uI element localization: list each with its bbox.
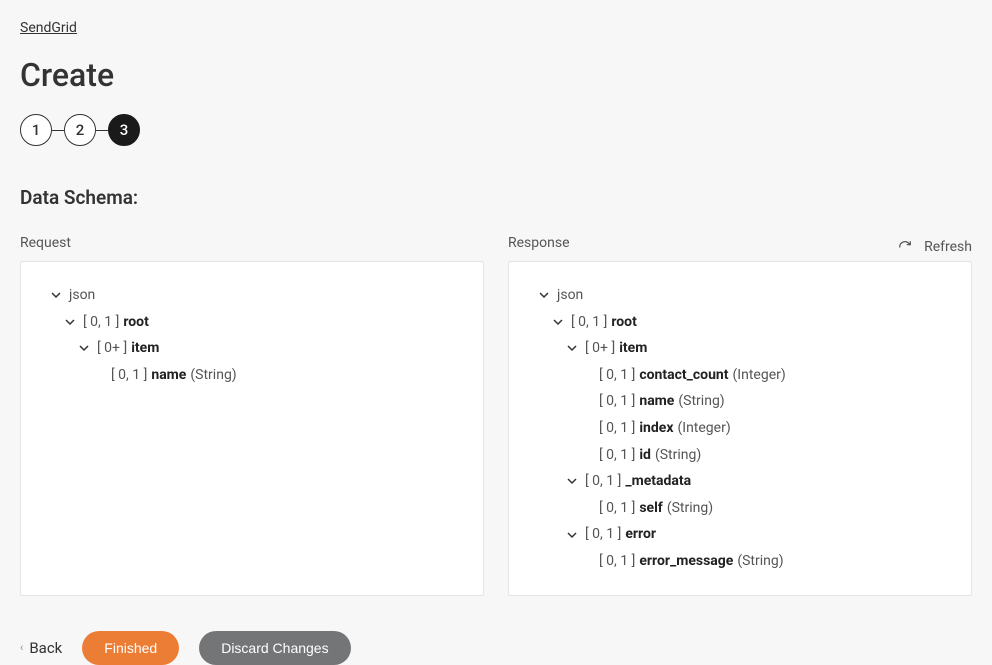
node-error: error [625,521,656,548]
section-title: Data Schema: [20,186,972,209]
breadcrumb-link[interactable]: SendGrid [20,20,972,36]
occurrence: [ 0, 1 ] [571,309,607,336]
occurrence: [ 0, 1 ] [599,495,635,522]
step-connector [52,130,64,131]
occurrence: [ 0, 1 ] [83,309,119,336]
step-2[interactable]: 2 [64,114,96,146]
node-json: json [69,282,95,309]
tree-row-name: [ 0, 1 ] name (String) [569,388,953,415]
occurrence: [ 0, 1 ] [599,548,635,575]
node-error-message: error_message [639,548,733,575]
chevron-down-icon[interactable] [77,341,91,355]
response-panel: json [ 0, 1 ] root [ 0+ ] item [ 0, 1 ] … [508,261,972,596]
occurrence: [ 0, 1 ] [599,388,635,415]
node-root: root [123,309,148,336]
chevron-down-icon[interactable] [565,474,579,488]
request-label: Request [20,235,484,251]
tree-row-root: [ 0, 1 ] root [53,309,465,336]
node-name: name [151,362,186,389]
chevron-down-icon[interactable] [551,315,565,329]
request-panel: json [ 0, 1 ] root [ 0+ ] item [ 0, 1 ] … [20,261,484,596]
tree-row-contact-count: [ 0, 1 ] contact_count (Integer) [569,362,953,389]
node-metadata: _metadata [625,468,691,495]
node-type: (Integer) [733,362,786,389]
node-type: (String) [667,495,713,522]
node-item: item [131,335,159,362]
step-3[interactable]: 3 [108,114,140,146]
node-root: root [611,309,636,336]
occurrence: [ 0, 1 ] [599,362,635,389]
occurrence: [ 0, 1 ] [585,521,621,548]
node-type: (String) [737,548,783,575]
chevron-left-icon: ‹ [20,641,23,654]
tree-row-metadata: [ 0, 1 ] _metadata [555,468,953,495]
chevron-down-icon[interactable] [49,288,63,302]
chevron-down-icon[interactable] [63,315,77,329]
node-index: index [639,415,673,442]
occurrence: [ 0+ ] [585,335,615,362]
tree-row-self: [ 0, 1 ] self (String) [569,495,953,522]
chevron-down-icon[interactable] [537,288,551,302]
node-contact-count: contact_count [639,362,728,389]
back-label: Back [29,639,62,657]
discard-button[interactable]: Discard Changes [199,631,350,665]
tree-row-root: [ 0, 1 ] root [541,309,953,336]
node-type: (String) [655,442,701,469]
tree-row-id: [ 0, 1 ] id (String) [569,442,953,469]
step-1[interactable]: 1 [20,114,52,146]
node-id: id [639,442,651,469]
response-label: Response [508,235,972,251]
occurrence: [ 0, 1 ] [111,362,147,389]
occurrence: [ 0, 1 ] [585,468,621,495]
tree-row-item: [ 0+ ] item [555,335,953,362]
node-json: json [557,282,583,309]
tree-row-json: json [527,282,953,309]
tree-row-name: [ 0, 1 ] name (String) [81,362,465,389]
tree-row-error: [ 0, 1 ] error [555,521,953,548]
chevron-down-icon[interactable] [565,528,579,542]
back-link[interactable]: ‹ Back [20,639,62,657]
tree-row-item: [ 0+ ] item [67,335,465,362]
node-type: (String) [678,388,724,415]
node-item: item [619,335,647,362]
finished-button[interactable]: Finished [82,631,179,665]
stepper: 1 2 3 [20,114,972,146]
tree-row-index: [ 0, 1 ] index (Integer) [569,415,953,442]
chevron-down-icon[interactable] [565,341,579,355]
occurrence: [ 0, 1 ] [599,415,635,442]
node-self: self [639,495,662,522]
node-type: (String) [190,362,236,389]
occurrence: [ 0+ ] [97,335,127,362]
node-type: (Integer) [677,415,730,442]
tree-row-json: json [39,282,465,309]
page-title: Create [20,56,972,94]
step-connector [96,130,108,131]
occurrence: [ 0, 1 ] [599,442,635,469]
node-name: name [639,388,674,415]
tree-row-error-message: [ 0, 1 ] error_message (String) [569,548,953,575]
